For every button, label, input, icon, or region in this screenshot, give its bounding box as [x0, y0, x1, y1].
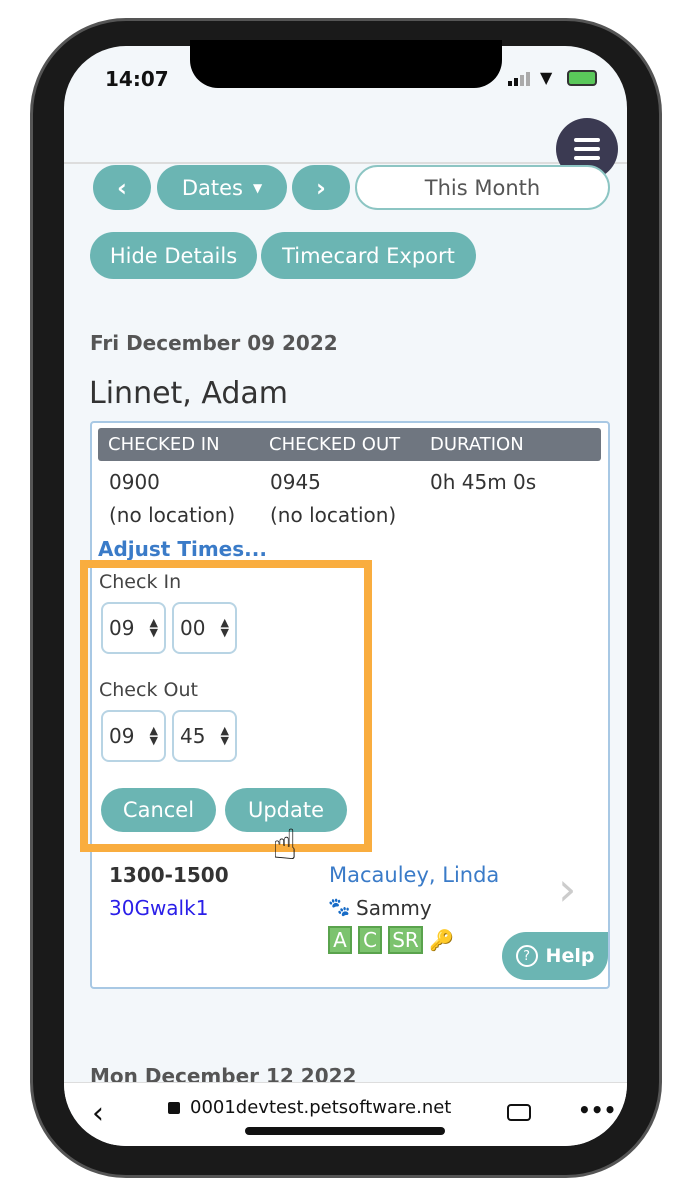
appointment-time: 1300-1500 — [109, 863, 229, 887]
home-indicator — [245, 1127, 445, 1135]
notch — [190, 40, 502, 88]
badge-c: C — [358, 926, 382, 954]
checked-out-value: 0945 — [270, 470, 321, 494]
client-link[interactable]: Macauley, Linda — [329, 863, 499, 887]
back-icon[interactable]: ‹ — [92, 1096, 104, 1131]
pet-name: Sammy — [356, 896, 432, 920]
check-out-minute-value: 45 — [180, 724, 206, 748]
day-date: Fri December 09 2022 — [90, 331, 338, 355]
staff-name: Linnet, Adam — [89, 376, 289, 411]
battery-icon — [567, 70, 597, 86]
url-bar[interactable]: 0001devtest.petsoftware.net — [190, 1097, 451, 1118]
paw-icon: 🐾 — [328, 897, 351, 918]
tabs-icon[interactable] — [507, 1104, 531, 1121]
date-range-input[interactable]: This Month — [355, 165, 610, 210]
up-down-icon: ▲ ▼ — [220, 724, 229, 747]
adjust-times-link[interactable]: Adjust Times... — [98, 537, 267, 561]
up-down-icon: ▲ ▼ — [220, 616, 229, 639]
badge-sr: SR — [388, 926, 423, 954]
checked-in-value: 0900 — [109, 470, 160, 494]
up-down-icon: ▲ ▼ — [149, 724, 158, 747]
cancel-button[interactable]: Cancel — [101, 788, 216, 832]
check-in-hour-value: 09 — [109, 616, 135, 640]
check-in-label: Check In — [99, 571, 182, 593]
duration-value: 0h 45m 0s — [430, 470, 537, 494]
lock-icon — [168, 1102, 180, 1114]
dates-label: Dates — [181, 175, 243, 200]
key-icon: 🔑 — [429, 928, 454, 952]
wifi-icon: ▼ — [540, 68, 553, 87]
check-in-hour-stepper[interactable]: 09 ▲ ▼ — [101, 602, 166, 654]
signal-icon — [508, 72, 532, 86]
dates-dropdown[interactable]: Dates ▼ — [157, 165, 287, 210]
prev-button[interactable]: ‹ — [93, 165, 151, 210]
appointment-chevron-icon[interactable]: › — [558, 862, 576, 916]
header-duration: DURATION — [430, 434, 524, 455]
chevron-right-icon: › — [316, 173, 326, 202]
table-header: CHECKED IN CHECKED OUT DURATION — [98, 428, 601, 461]
next-button[interactable]: › — [292, 165, 350, 210]
question-icon: ? — [515, 945, 538, 967]
check-out-location: (no location) — [270, 503, 397, 527]
hide-details-button[interactable]: Hide Details — [90, 232, 257, 279]
help-label: Help — [545, 945, 595, 967]
caret-down-icon: ▼ — [252, 180, 263, 195]
up-down-icon: ▲ ▼ — [149, 616, 158, 639]
service-link[interactable]: 30Gwalk1 — [109, 896, 208, 920]
header-bar — [64, 116, 627, 164]
check-out-hour-stepper[interactable]: 09 ▲ ▼ — [101, 710, 166, 762]
header-checked-in: CHECKED IN — [108, 434, 220, 455]
check-in-minute-stepper[interactable]: 00 ▲ ▼ — [172, 602, 237, 654]
check-out-label: Check Out — [99, 679, 198, 701]
timecard-export-button[interactable]: Timecard Export — [261, 232, 476, 279]
check-in-minute-value: 00 — [180, 616, 206, 640]
check-out-hour-value: 09 — [109, 724, 135, 748]
badge-a: A — [328, 926, 352, 954]
status-time: 14:07 — [105, 67, 169, 91]
help-button[interactable]: ? Help — [502, 932, 608, 980]
chevron-left-icon: ‹ — [117, 173, 127, 202]
check-in-location: (no location) — [109, 503, 236, 527]
hand-cursor-icon: ☝ — [272, 820, 298, 869]
header-checked-out: CHECKED OUT — [269, 434, 401, 455]
more-icon[interactable]: ••• — [578, 1098, 616, 1122]
badge-row: A C SR 🔑 — [328, 926, 454, 954]
check-out-minute-stepper[interactable]: 45 ▲ ▼ — [172, 710, 237, 762]
